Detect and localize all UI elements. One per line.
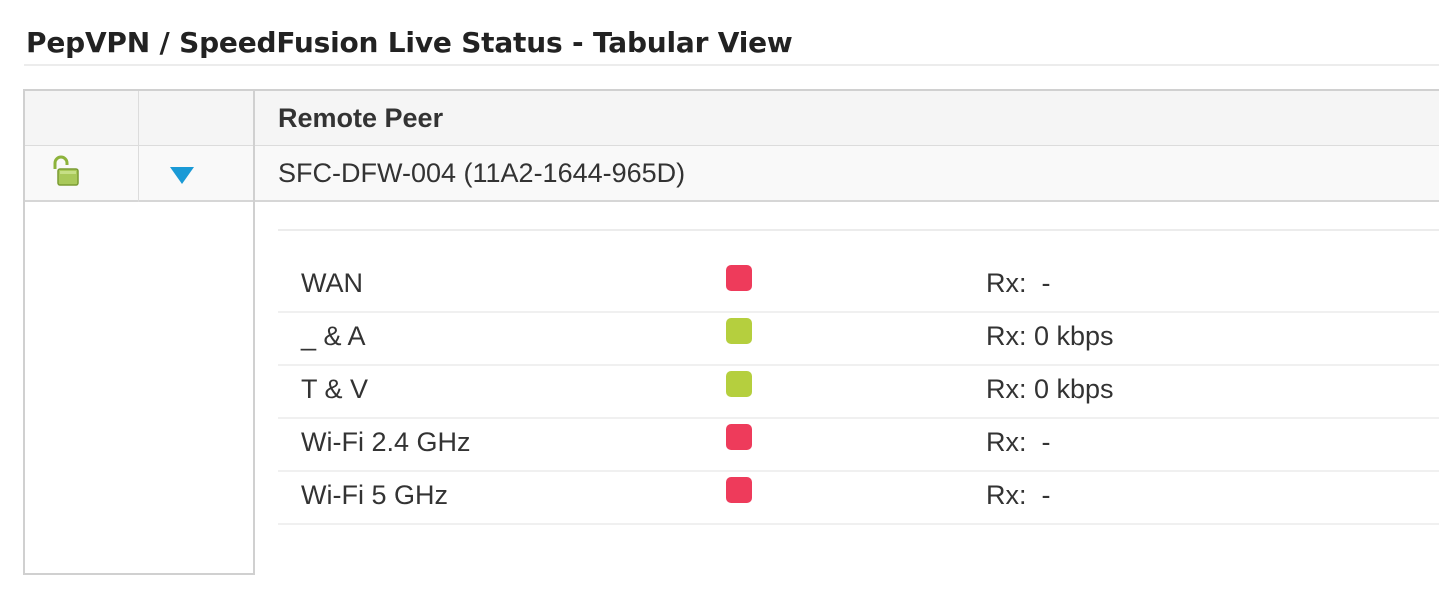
peer-detail-panel: WAN Rx: - _ & A Rx: 0 kbps T & V Rx: 0 k…	[255, 202, 1439, 575]
wan-name: T & V	[301, 374, 369, 404]
peer-row[interactable]: SFC-DFW-004 (11A2-1644-965D)	[25, 146, 1439, 202]
wan-list: WAN Rx: - _ & A Rx: 0 kbps T & V Rx: 0 k…	[278, 260, 1439, 525]
remote-peer-column-header: Remote Peer	[278, 103, 444, 133]
wan-row: _ & A Rx: 0 kbps	[278, 313, 1439, 366]
triangle-down-icon[interactable]	[169, 164, 195, 186]
title-divider	[24, 64, 1439, 66]
wan-rx-rate: Rx: -	[986, 268, 1051, 298]
wan-status-indicator	[726, 477, 752, 503]
wan-row: T & V Rx: 0 kbps	[278, 366, 1439, 419]
wan-row: Wi-Fi 5 GHz Rx: -	[278, 472, 1439, 525]
wan-status-indicator	[726, 371, 752, 397]
unlocked-padlock-icon[interactable]	[51, 155, 81, 187]
wan-rx-rate: Rx: -	[986, 480, 1051, 510]
page-title: PepVPN / SpeedFusion Live Status - Tabul…	[26, 26, 793, 59]
wan-status-indicator	[726, 424, 752, 450]
wan-row: Wi-Fi 2.4 GHz Rx: -	[278, 419, 1439, 472]
wan-rx-rate: Rx: -	[986, 427, 1051, 457]
wan-rx-rate: Rx: 0 kbps	[986, 374, 1114, 404]
column-divider	[138, 91, 139, 202]
wan-name: Wi-Fi 5 GHz	[301, 480, 448, 510]
table-header-row: Remote Peer	[25, 91, 1439, 146]
wan-name: WAN	[301, 268, 363, 298]
wan-name: _ & A	[301, 321, 366, 351]
status-table: Remote Peer SFC-DFW-004 (11A2-1644-965D)…	[23, 89, 1439, 575]
peer-name[interactable]: SFC-DFW-004 (11A2-1644-965D)	[278, 158, 685, 189]
detail-divider	[278, 229, 1439, 231]
wan-status-indicator	[726, 265, 752, 291]
wan-status-indicator	[726, 318, 752, 344]
wan-rx-rate: Rx: 0 kbps	[986, 321, 1114, 351]
wan-name: Wi-Fi 2.4 GHz	[301, 427, 471, 457]
wan-row: WAN Rx: -	[278, 260, 1439, 313]
